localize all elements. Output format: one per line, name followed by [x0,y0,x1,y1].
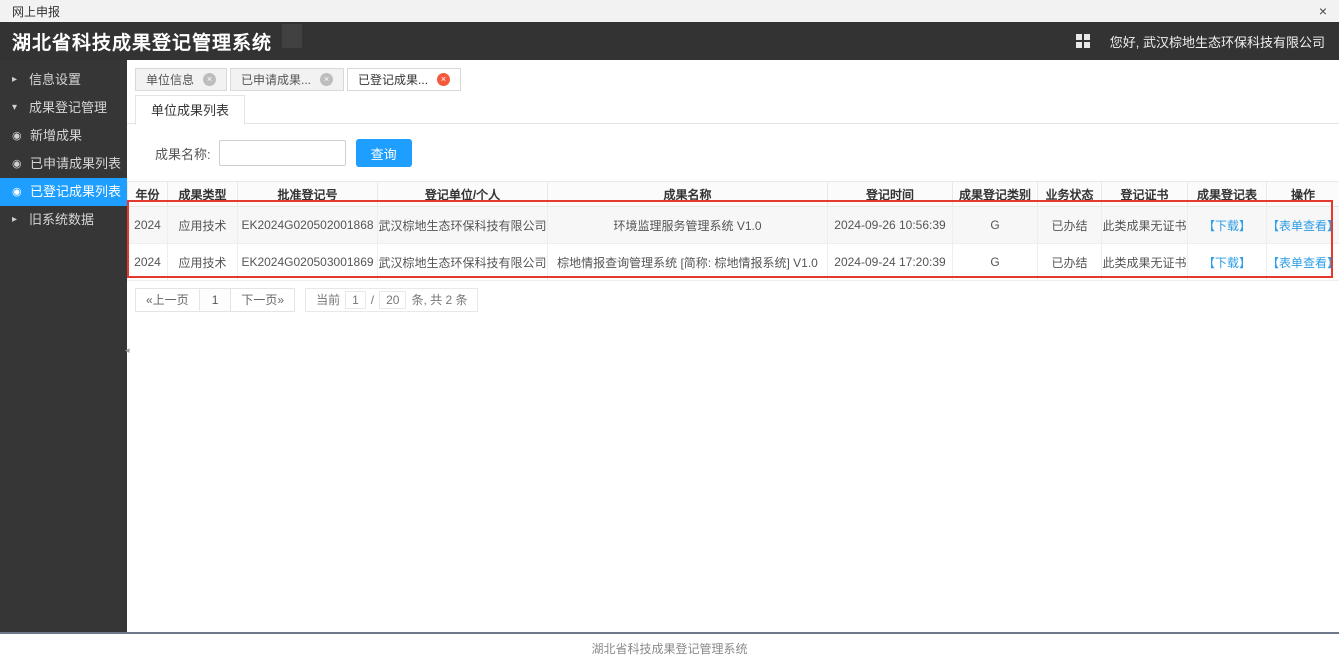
subtab-bar: 单位成果列表 [127,94,1339,125]
search-label: 成果名称: [155,146,211,162]
header-right-area: 您好, 武汉棕地生态环保科技有限公司 [1075,32,1325,51]
sidebar-item-registered-achievements-list[interactable]: ◉ 已登记成果列表 [0,178,127,206]
column-header-category: 成果登记类别 [952,181,1038,207]
column-header-time: 登记时间 [827,181,953,207]
cell-category: G [952,206,1038,244]
main-content: 单位信息 × 已申请成果... × 已登记成果... × 单位成果列表 成果名称: 查询 … [127,60,1339,632]
tab-close-icon[interactable]: × [203,73,217,86]
sidebar-item-applied-achievements-list[interactable]: ◉ 已申请成果列表 [0,150,127,178]
app-header: 湖北省科技成果登记管理系统 您好, 武汉棕地生态环保科技有限公司 [0,22,1339,60]
cell-year: 2024 [127,243,168,281]
cell-unit: 武汉棕地生态环保科技有限公司 [377,206,548,244]
form-view-link[interactable]: 【表单查看】 [1266,206,1339,244]
sidebar-item-new-achievement[interactable]: ◉ 新增成果 [0,122,127,150]
app-title: 湖北省科技成果登记管理系统 [12,32,273,54]
search-form: 成果名称: 查询 [127,124,1339,181]
cell-type: 应用技术 [167,206,238,244]
pagination-total-label: 条, 共 2 条 [411,293,468,307]
column-header-reg-no: 批准登记号 [237,181,378,207]
download-link[interactable]: 【下载】 [1187,206,1267,244]
cell-category: G [952,243,1038,281]
sidebar-item-label: 信息设置 [29,72,82,87]
apps-grid-icon[interactable] [1075,34,1090,48]
page-footer: 湖北省科技成果登记管理系统 [0,632,1339,659]
sidebar-item-label: 新增成果 [30,128,83,143]
window-titlebar: 网上申报 × [0,0,1339,22]
cell-reg-no: EK2024G020502001868 [237,206,378,244]
window-title: 网上申报 [12,4,61,19]
tab-unit-achievement-list[interactable]: 单位成果列表 [135,95,246,125]
column-header-certificate: 登记证书 [1101,181,1188,207]
circle-dot-icon: ◉ [12,186,22,198]
download-link[interactable]: 【下载】 [1187,243,1267,281]
column-header-type: 成果类型 [167,181,238,207]
table-row: 2024 应用技术 EK2024G020503001869 武汉棕地生态环保科技有限公… [127,243,1339,281]
column-header-form: 成果登记表 [1187,181,1267,207]
prev-page-button[interactable]: «上一页 [135,288,200,312]
results-table: 年份 成果类型 批准登记号 登记单位/个人 成果名称 登记时间 成果登记类别 业务状态 登记证书… [127,181,1339,281]
pagination-summary: 当前 1 / 20 条, 共 2 条 [305,288,479,312]
page-1-button[interactable]: 1 [198,288,232,312]
cell-name: 环境监理服务管理系统 V1.0 [547,206,828,244]
tab-bar: 单位信息 × 已申请成果... × 已登记成果... × [135,66,1339,91]
tab-label: 单位信息 [146,73,195,87]
tab-close-icon[interactable]: × [437,73,451,86]
tab-close-icon[interactable]: × [320,73,334,86]
sidebar-item-legacy-system-data[interactable]: ▸ 旧系统数据 [0,206,127,234]
search-button[interactable]: 查询 [355,139,412,167]
sidebar-item-label: 旧系统数据 [29,212,95,227]
cell-name: 棕地情报查询管理系统 [简称: 棕地情报系统] V1.0 [547,243,828,281]
sidebar-collapse-handle[interactable]: ◂ [125,345,130,356]
column-header-status: 业务状态 [1037,181,1102,207]
circle-dot-icon: ◉ [12,130,22,142]
next-page-button[interactable]: 下一页» [230,288,296,312]
cell-type: 应用技术 [167,243,238,281]
cell-status: 已办结 [1037,206,1102,244]
tab-label: 已申请成果... [241,73,312,87]
sidebar-item-label: 成果登记管理 [29,100,108,115]
tab-unit-info[interactable]: 单位信息 × [135,68,228,91]
sidebar-item-achievement-registration-group[interactable]: ▾ 成果登记管理 [0,94,127,122]
cell-certificate: 此类成果无证书 [1101,206,1188,244]
app-window: 网上申报 × 湖北省科技成果登记管理系统 您好, 武汉棕地生态环保科技有限公司 … [0,0,1339,659]
cell-status: 已办结 [1037,243,1102,281]
column-header-action: 操作 [1266,181,1339,207]
search-input[interactable] [218,140,346,166]
chevron-down-icon: ▾ [12,102,18,113]
column-header-year: 年份 [127,181,168,207]
cell-year: 2024 [127,206,168,244]
pagination-current-label: 当前 [316,293,341,307]
pagination-separator: / [370,293,375,307]
table-row: 2024 应用技术 EK2024G020502001868 武汉棕地生态环保科技有限公… [127,206,1339,244]
tab-label: 已登记成果... [358,73,429,87]
cell-reg-no: EK2024G020503001869 [237,243,378,281]
current-page-box: 1 [345,291,366,309]
column-header-unit: 登记单位/个人 [377,181,548,207]
page-size-box: 20 [379,291,407,309]
tab-applied-achievements[interactable]: 已申请成果... × [230,68,345,91]
header-ghost-square [282,24,302,48]
user-greeting: 您好, 武汉棕地生态环保科技有限公司 [1109,34,1325,50]
cell-unit: 武汉棕地生态环保科技有限公司 [377,243,548,281]
sidebar-menu: ▸ 信息设置 ▾ 成果登记管理 ◉ 新增成果 ◉ 已申请成果列表 ◉ 已登记成果列表 ▸ 旧系统数据 [0,60,127,632]
chevron-right-icon: ▸ [12,214,18,225]
sidebar-item-label: 已登记成果列表 [30,184,122,199]
sidebar-item-label: 已申请成果列表 [30,156,122,171]
cell-certificate: 此类成果无证书 [1101,243,1188,281]
column-header-name: 成果名称 [547,181,828,207]
circle-dot-icon: ◉ [12,158,22,170]
table-body: 2024 应用技术 EK2024G020502001868 武汉棕地生态环保科技有限公… [127,206,1339,281]
cell-time: 2024-09-24 17:20:39 [827,243,953,281]
pagination: «上一页 1 下一页» 当前 1 / 20 条, 共 2 条 [135,288,1339,312]
form-view-link[interactable]: 【表单查看】 [1266,243,1339,281]
table-header: 年份 成果类型 批准登记号 登记单位/个人 成果名称 登记时间 成果登记类别 业务状态 登记证书… [127,181,1339,207]
footer-text: 湖北省科技成果登记管理系统 [591,642,748,656]
table-header-row: 年份 成果类型 批准登记号 登记单位/个人 成果名称 登记时间 成果登记类别 业务状态 登记证书… [127,181,1339,207]
sidebar-item-info-settings[interactable]: ▸ 信息设置 [0,66,127,94]
chevron-right-icon: ▸ [12,74,18,85]
cell-time: 2024-09-26 10:56:39 [827,206,953,244]
tab-registered-achievements[interactable]: 已登记成果... × [347,68,462,91]
window-close-icon[interactable]: × [1319,0,1327,22]
